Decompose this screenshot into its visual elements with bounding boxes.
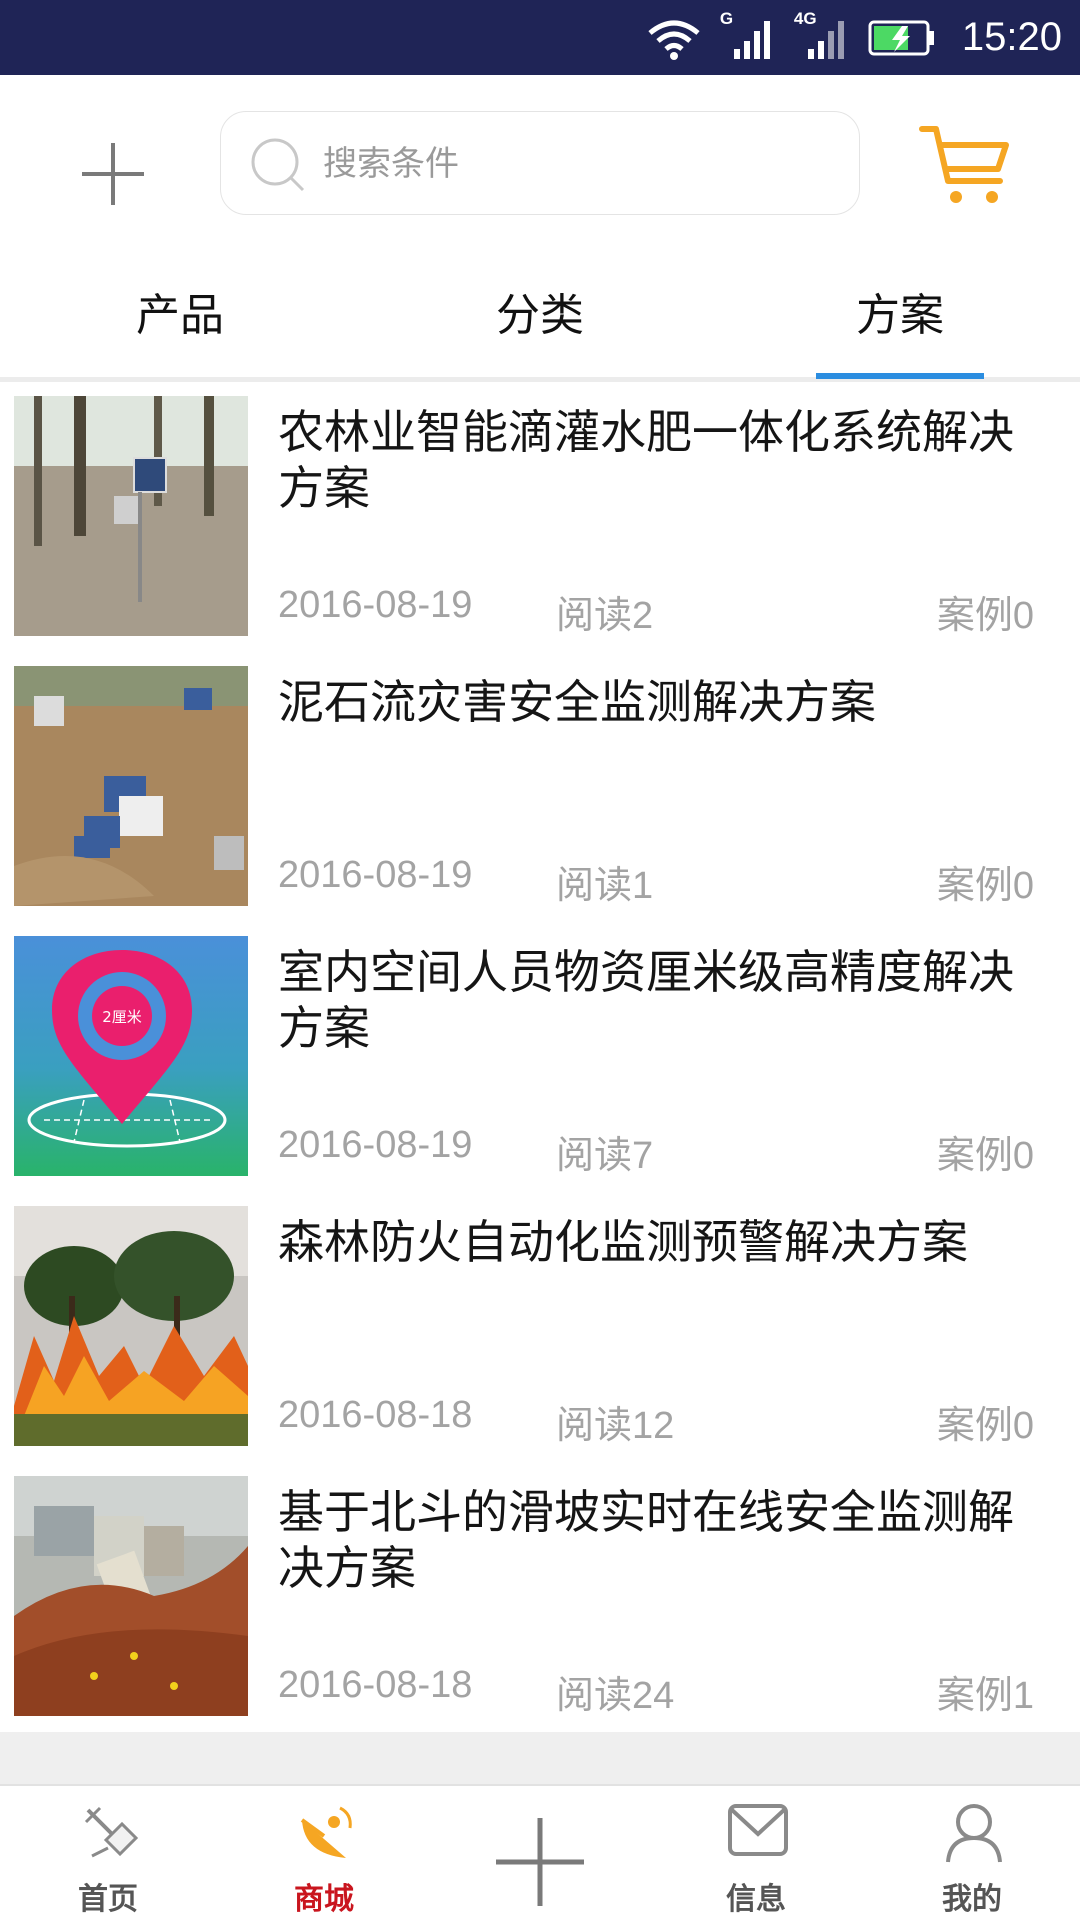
item-meta: 2016-08-18 阅读12 案例0 bbox=[278, 1394, 1048, 1447]
user-icon bbox=[946, 1804, 1002, 1863]
signal-4g-icon: 4G bbox=[794, 9, 850, 61]
mail-icon bbox=[728, 1804, 788, 1856]
plus-icon[interactable] bbox=[490, 1812, 590, 1912]
list-item[interactable]: 2厘米 室内空间人员物资厘米级高精度解决方案 2016-08-19 阅读7 案例… bbox=[0, 924, 1080, 1194]
item-thumbnail bbox=[14, 1206, 248, 1446]
add-icon[interactable] bbox=[80, 141, 146, 207]
item-cases: 案例1 bbox=[936, 1675, 1034, 1717]
item-cases: 案例0 bbox=[936, 1405, 1034, 1447]
search-bar[interactable] bbox=[220, 111, 860, 215]
item-meta: 2016-08-19 阅读2 案例0 bbox=[278, 584, 1048, 637]
active-tab-indicator bbox=[816, 373, 984, 379]
item-title: 泥石流灾害安全监测解决方案 bbox=[278, 675, 876, 729]
item-date: 2016-08-18 bbox=[278, 1394, 473, 1436]
list-item[interactable]: 农林业智能滴灌水肥一体化系统解决方案 2016-08-19 阅读2 案例0 bbox=[0, 384, 1080, 654]
tab-label: 产品 bbox=[136, 290, 224, 341]
item-title: 森林防火自动化监测预警解决方案 bbox=[278, 1215, 968, 1269]
item-reads: 阅读7 bbox=[556, 1135, 654, 1177]
search-input[interactable] bbox=[321, 134, 825, 194]
item-cases: 案例0 bbox=[936, 1135, 1034, 1177]
satellite-icon bbox=[84, 1806, 139, 1858]
item-thumbnail bbox=[14, 666, 248, 906]
search-icon bbox=[251, 138, 305, 192]
item-meta: 2016-08-18 阅读24 案例1 bbox=[278, 1664, 1048, 1717]
item-title: 基于北斗的滑坡实时在线安全监测解决方案 bbox=[278, 1485, 1014, 1595]
item-thumbnail bbox=[14, 396, 248, 636]
item-date: 2016-08-19 bbox=[278, 854, 473, 896]
nav-messages[interactable]: 信息 bbox=[648, 1786, 864, 1922]
cart-icon[interactable] bbox=[918, 119, 1012, 209]
tab-products[interactable]: 产品 bbox=[0, 255, 360, 377]
item-thumbnail bbox=[14, 1476, 248, 1716]
solution-list: 农林业智能滴灌水肥一体化系统解决方案 2016-08-19 阅读2 案例0 泥石… bbox=[0, 384, 1080, 1734]
nav-home[interactable]: 首页 bbox=[0, 1786, 216, 1922]
tab-label: 分类 bbox=[496, 290, 584, 341]
thumb-caption: 2厘米 bbox=[102, 1008, 142, 1026]
list-item[interactable]: 泥石流灾害安全监测解决方案 2016-08-19 阅读1 案例0 bbox=[0, 654, 1080, 924]
nav-mall[interactable]: 商城 bbox=[216, 1786, 432, 1922]
item-reads: 阅读24 bbox=[556, 1675, 675, 1717]
item-meta: 2016-08-19 阅读7 案例0 bbox=[278, 1124, 1048, 1177]
item-reads: 阅读1 bbox=[556, 865, 654, 907]
wifi-icon bbox=[648, 20, 700, 60]
list-item[interactable]: 基于北斗的滑坡实时在线安全监测解决方案 2016-08-18 阅读24 案例1 bbox=[0, 1464, 1080, 1734]
item-reads: 阅读12 bbox=[556, 1405, 675, 1447]
item-meta: 2016-08-19 阅读1 案例0 bbox=[278, 854, 1048, 907]
list-end-spacer bbox=[0, 1732, 1080, 1784]
item-cases: 案例0 bbox=[936, 595, 1034, 637]
item-date: 2016-08-18 bbox=[278, 1664, 473, 1706]
item-title: 农林业智能滴灌水肥一体化系统解决方案 bbox=[278, 405, 1014, 515]
battery-icon bbox=[868, 20, 934, 55]
dish-icon bbox=[300, 1806, 352, 1858]
status-bar: G 4G 15:20 bbox=[0, 0, 1080, 75]
nav-label: 商城 bbox=[294, 1882, 354, 1917]
bottom-nav: 首页 商城 信息 我的 bbox=[0, 1784, 1080, 1922]
item-date: 2016-08-19 bbox=[278, 584, 473, 626]
item-title: 室内空间人员物资厘米级高精度解决方案 bbox=[278, 945, 1014, 1055]
clock: 15:20 bbox=[961, 15, 1062, 59]
item-cases: 案例0 bbox=[936, 865, 1034, 907]
item-thumbnail: 2厘米 bbox=[14, 936, 248, 1176]
list-item[interactable]: 森林防火自动化监测预警解决方案 2016-08-18 阅读12 案例0 bbox=[0, 1194, 1080, 1464]
item-date: 2016-08-19 bbox=[278, 1124, 473, 1166]
header-bar bbox=[0, 75, 1080, 255]
nav-label: 我的 bbox=[942, 1882, 1002, 1917]
nav-label: 首页 bbox=[78, 1882, 138, 1917]
signal-g-icon: G bbox=[720, 9, 776, 61]
nav-profile[interactable]: 我的 bbox=[864, 1786, 1080, 1922]
tab-label: 方案 bbox=[856, 290, 944, 341]
tab-bar: 产品 分类 方案 bbox=[0, 255, 1080, 382]
nav-label: 信息 bbox=[726, 1882, 786, 1917]
tab-solutions[interactable]: 方案 bbox=[720, 255, 1080, 377]
tab-categories[interactable]: 分类 bbox=[360, 255, 720, 377]
item-reads: 阅读2 bbox=[556, 595, 654, 637]
